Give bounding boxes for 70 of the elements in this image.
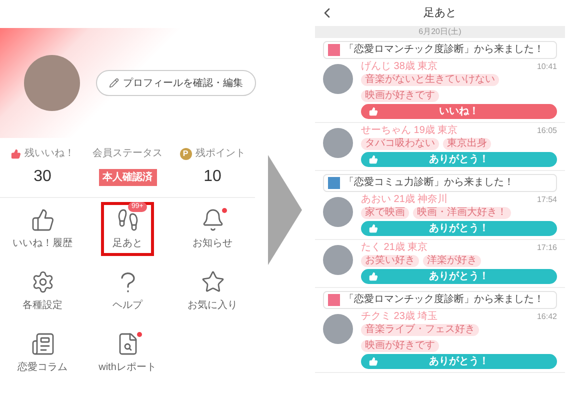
menu-label: 足あと bbox=[112, 236, 142, 250]
thumbs-up-icon bbox=[369, 357, 378, 366]
visitor-name: せーちゃん 19歳 東京 bbox=[361, 126, 458, 136]
visitor-name: げんじ 38歳 東京 bbox=[361, 62, 438, 72]
thumbs-up-icon bbox=[369, 107, 378, 116]
stat-value: 10 bbox=[204, 167, 222, 187]
date-header: 6月20日(土) bbox=[315, 26, 565, 38]
menu-item[interactable]: withレポート bbox=[101, 326, 154, 380]
like-button[interactable]: いいね！ bbox=[361, 104, 557, 119]
quiz-thumbnail bbox=[328, 44, 340, 56]
interest-tag: タバコ吸わない bbox=[361, 138, 439, 150]
menu-label: 各種設定 bbox=[22, 298, 62, 312]
quiz-thumbnail bbox=[328, 177, 340, 189]
stat-label: 残ポイント bbox=[196, 146, 246, 161]
interest-tag: 映画・洋画大好き！ bbox=[413, 207, 511, 219]
interest-tag: 映画が好きです bbox=[361, 340, 439, 352]
visitor-name: チクミ 23歳 埼玉 bbox=[361, 312, 438, 322]
visitor-name: たく 21歳 東京 bbox=[361, 243, 428, 253]
menu-label: お知らせ bbox=[192, 236, 232, 250]
stat-label: 残いいね！ bbox=[24, 146, 74, 161]
avatar-placeholder bbox=[323, 64, 353, 94]
avatar-placeholder bbox=[323, 197, 353, 227]
menu-item[interactable]: お知らせ bbox=[186, 202, 239, 256]
visit-time: 17:16 bbox=[536, 244, 557, 252]
menu-label: 恋愛コラム bbox=[18, 360, 68, 374]
pencil-icon bbox=[109, 78, 119, 88]
thumbs-up-icon bbox=[30, 208, 54, 232]
screen-title: 足あと bbox=[424, 6, 456, 21]
edit-profile-button[interactable]: プロフィールを確認・編集 bbox=[96, 70, 256, 96]
menu-label: ヘルプ bbox=[112, 298, 142, 312]
newspaper-icon bbox=[30, 332, 54, 356]
menu-item[interactable]: 各種設定 bbox=[16, 264, 69, 318]
interest-tag: お笑い好き bbox=[361, 255, 419, 267]
thumbs-up-icon bbox=[369, 224, 378, 233]
origin-text: 「恋愛ロマンチック度診断」から来ました！ bbox=[344, 45, 544, 55]
menu-label: お気に入り bbox=[188, 298, 238, 312]
origin-text: 「恋愛コミュ力診断」から来ました！ bbox=[344, 178, 514, 188]
interest-tag: 音楽ライブ・フェス好き bbox=[361, 324, 479, 336]
points-icon: P bbox=[180, 148, 192, 160]
thumbs-up-icon bbox=[10, 148, 20, 158]
visit-time: 16:42 bbox=[536, 313, 557, 321]
footprints-icon bbox=[116, 208, 140, 232]
stat-label: 会員ステータス bbox=[92, 147, 162, 161]
interest-tag: 音楽がないと生きていけない bbox=[361, 74, 499, 86]
status-badge: 本人確認済 bbox=[98, 169, 156, 186]
star-icon bbox=[200, 270, 224, 294]
menu-label: withレポート bbox=[98, 360, 156, 374]
bell-icon bbox=[200, 208, 224, 232]
thumbs-up-icon bbox=[369, 155, 378, 164]
quiz-thumbnail bbox=[328, 294, 340, 306]
settings-icon bbox=[30, 270, 54, 294]
interest-tag: 家で映画 bbox=[361, 207, 409, 219]
avatar-placeholder bbox=[323, 314, 353, 344]
thumbs-up-icon bbox=[369, 272, 378, 281]
menu-item[interactable]: 恋愛コラム bbox=[16, 326, 69, 380]
avatar-placeholder bbox=[323, 245, 353, 275]
stat-value: 30 bbox=[34, 167, 52, 187]
visit-time: 10:41 bbox=[536, 63, 557, 71]
visit-time: 16:05 bbox=[536, 127, 557, 135]
visitor-name: あおい 21歳 神奈川 bbox=[361, 195, 448, 205]
visit-time: 17:54 bbox=[536, 196, 557, 204]
interest-tag: 映画が好きです bbox=[361, 90, 439, 102]
menu-label: いいね！履歴 bbox=[12, 236, 72, 250]
menu-item[interactable]: お気に入り bbox=[186, 264, 239, 318]
avatar-placeholder bbox=[323, 128, 353, 158]
origin-text: 「恋愛ロマンチック度診断」から来ました！ bbox=[344, 295, 544, 305]
interest-tag: 洋楽が好き bbox=[423, 255, 481, 267]
menu-item[interactable]: ヘルプ bbox=[101, 264, 154, 318]
arrow-icon bbox=[268, 155, 302, 265]
interest-tag: 東京出身 bbox=[443, 138, 491, 150]
